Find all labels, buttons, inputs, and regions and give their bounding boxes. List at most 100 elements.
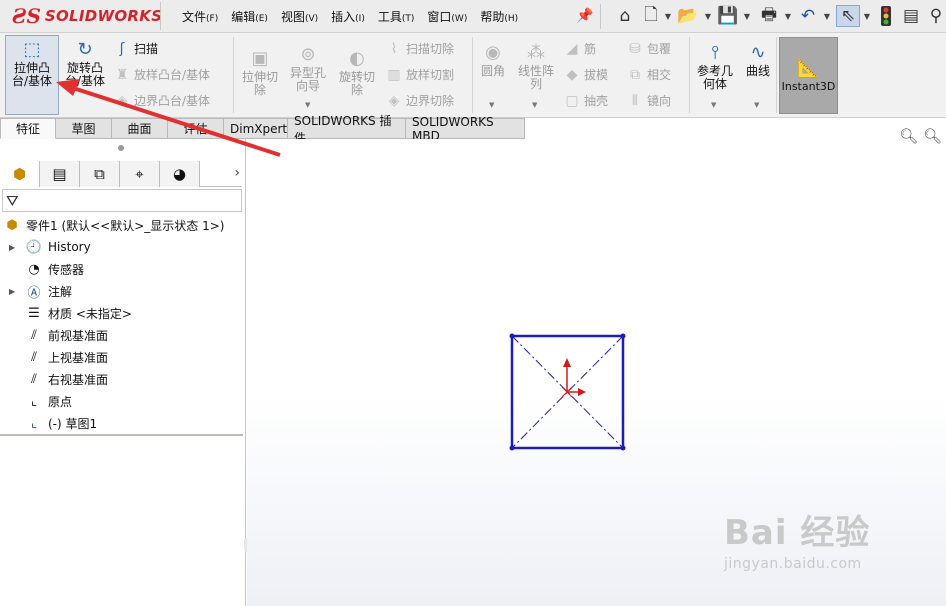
hole-wizard-label: 异型孔向导: [289, 66, 326, 93]
lofted-cut-button[interactable]: ▥ 放样切割: [385, 66, 454, 83]
rebuild-icon[interactable]: [876, 5, 896, 27]
boundary-boss-label: 边界凸台/基体: [134, 94, 211, 108]
swept-cut-button[interactable]: ⌇ 扫描切除: [385, 40, 454, 57]
loft-boss-button[interactable]: ♜ 放样凸台/基体: [113, 66, 210, 83]
chevron-down-icon[interactable]: ▼: [754, 101, 759, 109]
expand-icon[interactable]: ▶: [9, 243, 15, 252]
curves-button[interactable]: ∿ 曲线: [740, 41, 776, 78]
chevron-down-icon[interactable]: ▼: [532, 101, 537, 109]
intersect-label: 相交: [647, 68, 672, 82]
reference-geometry-button[interactable]: ⫯ 参考几何体: [693, 41, 737, 91]
linear-pattern-button[interactable]: ⁂ 线性阵列: [514, 41, 558, 91]
revolve-cut-icon: ◐: [349, 48, 365, 69]
save-icon[interactable]: 💾: [716, 5, 740, 27]
tab-sketch[interactable]: 草图: [56, 118, 112, 139]
menu-tools[interactable]: 工具(T): [378, 8, 415, 25]
filter-icon[interactable]: ⛛: [6, 192, 19, 210]
search-icon[interactable]: ⚲: [926, 5, 946, 27]
shell-button[interactable]: ▢ 抽壳: [563, 92, 608, 109]
print-icon[interactable]: 🖶: [756, 5, 782, 27]
tree-item-sensors[interactable]: ◔ 传感器: [24, 259, 84, 279]
expand-icon[interactable]: ▶: [9, 287, 15, 296]
options-icon[interactable]: ▤: [900, 5, 922, 27]
instant3d-icon: 📐: [797, 58, 820, 79]
rib-button[interactable]: ◢ 筋: [563, 40, 596, 57]
wrap-button[interactable]: ⛁ 包覆: [626, 40, 671, 57]
display-manager-tab-icon[interactable]: ◕: [160, 161, 200, 187]
chevron-down-icon[interactable]: ▼: [489, 101, 494, 109]
tree-item-annotations[interactable]: ▶ Ⓐ 注解: [9, 281, 72, 301]
chevron-down-icon[interactable]: ▼: [823, 5, 831, 27]
chevron-right-icon[interactable]: ›: [234, 165, 240, 181]
extrude-boss-button[interactable]: ⬚ 拉伸凸台/基体: [5, 35, 59, 115]
chevron-down-icon[interactable]: ▼: [305, 101, 310, 109]
menu-window[interactable]: 窗口(W): [427, 8, 467, 25]
menu-file-label: 文件: [182, 10, 207, 24]
new-document-icon[interactable]: 🗋: [640, 5, 662, 27]
chevron-down-icon[interactable]: ▼: [664, 5, 672, 27]
menu-view[interactable]: 视图(V): [281, 8, 318, 25]
hole-wizard-button[interactable]: ⊚ 异型孔向导: [285, 43, 331, 93]
boundary-cut-button[interactable]: ◈ 边界切除: [385, 92, 454, 109]
menu-window-key: (W): [451, 14, 468, 24]
property-manager-tab-icon[interactable]: ▤: [40, 161, 80, 187]
instant3d-button[interactable]: 📐 Instant3D: [779, 37, 838, 114]
extrude-boss-label: 拉伸凸台/基体: [11, 61, 53, 88]
draft-button[interactable]: ◆ 拔模: [563, 66, 608, 83]
tab-dimxpert[interactable]: DimXpert: [224, 118, 288, 139]
fillet-button[interactable]: ◉ 圆角: [474, 41, 512, 78]
draft-icon: ◆: [566, 66, 578, 83]
wrap-label: 包覆: [647, 42, 672, 56]
tab-surfaces[interactable]: 曲面: [112, 118, 168, 139]
select-icon[interactable]: ⇖: [836, 5, 860, 27]
configuration-manager-tab-icon[interactable]: ⧉: [80, 161, 120, 187]
revolve-boss-button[interactable]: ↻ 旋转凸台/基体: [62, 35, 108, 115]
tab-evaluate[interactable]: 评估: [168, 118, 224, 139]
menu-insert-label: 插入: [331, 10, 356, 24]
menu-edit[interactable]: 编辑(E): [231, 8, 268, 25]
chevron-down-icon[interactable]: ▼: [863, 5, 871, 27]
tree-item-label: History: [48, 240, 91, 254]
extrude-cut-button[interactable]: ▣ 拉伸切除: [237, 47, 283, 97]
tree-item-origin[interactable]: ⌞ 原点: [24, 391, 72, 411]
tree-item-sketch1[interactable]: ⌞ (-) 草图1: [24, 413, 97, 433]
tree-item-top-plane[interactable]: ⫽ 上视基准面: [24, 347, 108, 367]
home-icon[interactable]: ⌂: [613, 5, 637, 27]
chevron-down-icon[interactable]: ▼: [784, 5, 792, 27]
panel-grip[interactable]: [118, 145, 124, 151]
boundary-boss-button[interactable]: ◈ 边界凸台/基体: [113, 92, 210, 109]
tree-item-front-plane[interactable]: ⫽ 前视基准面: [24, 325, 108, 345]
sensor-icon: ◔: [28, 261, 40, 277]
tree-item-material[interactable]: ☰ 材质 <未指定>: [24, 303, 132, 323]
extrude-cut-label: 拉伸切除: [241, 70, 278, 97]
menu-insert[interactable]: 插入(I): [331, 8, 365, 25]
menu-help-key: (H): [504, 14, 519, 24]
revolve-cut-button[interactable]: ◐ 旋转切除: [334, 47, 380, 97]
fillet-label: 圆角: [480, 64, 505, 78]
rib-icon: ◢: [566, 40, 578, 57]
tab-features[interactable]: 特征: [0, 118, 56, 139]
revolve-boss-label: 旋转凸台/基体: [64, 61, 106, 88]
sweep-button[interactable]: ʃ 扫描: [113, 40, 158, 57]
tab-solidworks-mbd[interactable]: SOLIDWORKS MBD: [406, 115, 525, 143]
chevron-down-icon[interactable]: ▼: [743, 5, 751, 27]
tree-root[interactable]: ⬢ 零件1 (默认<<默认>_显示状态 1>): [2, 215, 224, 235]
feature-manager-tab-icon[interactable]: ⬢: [0, 161, 40, 187]
open-icon[interactable]: 📂: [676, 5, 700, 27]
dimxpert-manager-tab-icon[interactable]: ⌖: [120, 161, 160, 187]
solidworks-logo[interactable]: ƧS SOLIDWORKS: [12, 2, 162, 30]
watermark-url: jingyan.baidu.com: [724, 556, 862, 572]
menu-help[interactable]: 帮助(H): [480, 8, 518, 25]
undo-icon[interactable]: ↶: [796, 5, 820, 27]
pin-icon[interactable]: 📌: [576, 8, 593, 24]
tree-item-right-plane[interactable]: ⫽ 右视基准面: [24, 369, 108, 389]
intersect-button[interactable]: ⧉ 相交: [626, 66, 671, 83]
menu-file[interactable]: 文件(F): [182, 8, 218, 25]
mirror-button[interactable]: ⫴ 镜向: [626, 92, 671, 109]
filter-bar[interactable]: ⛛: [2, 189, 242, 212]
chevron-down-icon[interactable]: ▼: [711, 101, 716, 109]
part-icon: ⬢: [6, 217, 18, 233]
chevron-down-icon[interactable]: ▼: [704, 5, 712, 27]
tree-item-history[interactable]: ▶ 🕘 History: [9, 237, 91, 257]
tab-solidworks-addins[interactable]: SOLIDWORKS 插件: [288, 114, 406, 145]
